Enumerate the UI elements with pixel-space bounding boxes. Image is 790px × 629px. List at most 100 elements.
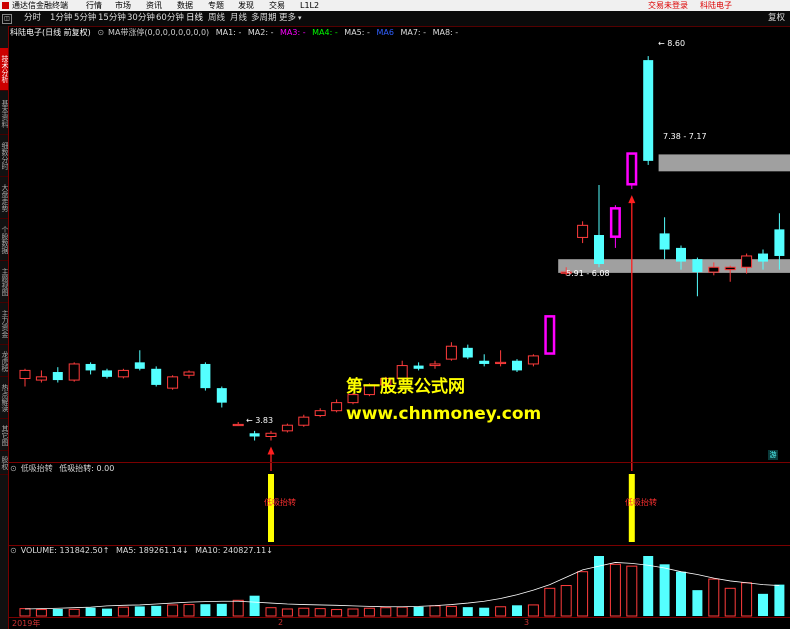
volume-bar [265, 607, 277, 617]
volume-bar [134, 606, 145, 616]
period-1min[interactable]: 1分钟 [50, 13, 72, 24]
tab-tech-analysis[interactable]: 技术分析 [0, 48, 8, 91]
period-60min[interactable]: 60分钟 [156, 13, 184, 24]
volume-bar [527, 604, 539, 617]
menu-item-data[interactable]: 数据 [177, 0, 193, 11]
low-price-value: 3.83 [255, 416, 274, 425]
candle-body [512, 360, 522, 371]
candle-body-inner [546, 317, 553, 353]
panel-toggle-icon[interactable]: ◫ [2, 14, 12, 24]
volume-bar [512, 605, 522, 616]
volume-title[interactable]: VOLUME: 131842.50↑ [21, 546, 110, 555]
volume-toggle-icon[interactable]: ⊙ [10, 546, 17, 555]
tab-dragon-tiger[interactable]: 龙虎榜 [0, 346, 8, 377]
volume-bar [692, 590, 703, 616]
menu-item-news[interactable]: 资讯 [146, 0, 162, 11]
low-price-label: ← 3.83 [246, 416, 274, 425]
period-more[interactable]: 更多 [279, 13, 296, 24]
volume-bar [52, 608, 63, 616]
candle-body [577, 224, 589, 238]
menu-item-discover[interactable]: 发现 [238, 0, 254, 11]
zone-upper-label: 7.38 - 7.17 [663, 132, 707, 141]
login-status[interactable]: 交易未登录 [648, 0, 688, 11]
panel-separator-1 [8, 462, 790, 463]
candle-body [495, 361, 507, 365]
volume-bar [774, 584, 785, 616]
volume-bar [758, 593, 768, 616]
volume-bar [249, 595, 260, 616]
candle-body [445, 345, 457, 360]
tab-main-funds[interactable]: 主力资金 [0, 304, 8, 345]
signal-toggle-icon[interactable]: ⊙ [10, 464, 17, 473]
chart-canvas[interactable] [8, 26, 790, 629]
candle-body [35, 376, 47, 381]
candle-body [183, 371, 195, 376]
candle-body [331, 402, 343, 412]
menu-item-topics[interactable]: 专题 [208, 0, 224, 11]
candle-body [692, 259, 703, 273]
tab-hot-topics[interactable]: 热点解读 [0, 378, 8, 419]
signal-title[interactable]: 低吸抬转 [21, 464, 53, 473]
volume-bar [200, 604, 211, 616]
signal-arrow-head [267, 446, 275, 455]
watermark-title: 第一股票公式网 [346, 377, 465, 397]
volume-bar [659, 564, 670, 616]
signal-label-1: 低吸抬转 [264, 498, 296, 507]
volume-bar [413, 606, 424, 616]
volume-bar [347, 608, 359, 617]
volume-bar [298, 607, 310, 617]
menu-item-trade[interactable]: 交易 [269, 0, 285, 11]
more-dropdown-icon[interactable]: ▾ [298, 13, 302, 24]
volume-ma5: MA5: 189261.14↓ [115, 546, 189, 555]
period-30min[interactable]: 30分钟 [127, 13, 155, 24]
signal-legend: ⊙ 低吸抬转 低吸抬转: 0.00 [10, 464, 118, 474]
period-5min[interactable]: 5分钟 [74, 13, 96, 24]
volume-bar [741, 582, 753, 617]
volume-ma10: MA10: 240827.11↓ [195, 546, 273, 555]
chart-area[interactable]: 科陆电子(日线 前复权) ⊙ MA带涨停(0,0,0,0,0,0,0,0) MA1… [8, 26, 790, 629]
volume-bar [281, 608, 293, 617]
candle-body-inner [628, 154, 635, 184]
volume-bar [35, 609, 47, 617]
candle-body [708, 266, 720, 273]
volume-bar [560, 585, 572, 617]
volume-bar [479, 607, 490, 616]
signal-arrow-head [628, 195, 636, 204]
candle-body [314, 410, 326, 417]
candle-body [232, 423, 244, 427]
side-button[interactable]: 游 [768, 450, 778, 460]
period-tick[interactable]: 分时 [24, 13, 41, 24]
period-bar: ◫ 分时 1分钟 5分钟 15分钟 30分钟 60分钟 日线 周线 月线 多周期… [0, 11, 790, 27]
tab-basic-info[interactable]: 基本资料 [0, 94, 8, 135]
candle-body [413, 365, 424, 369]
tab-theme-view[interactable]: 主题视图 [0, 262, 8, 303]
volume-bar [68, 608, 80, 617]
tab-equity[interactable]: 股权 [0, 452, 8, 475]
volume-bar [676, 571, 686, 616]
volume-legend: ⊙ VOLUME: 131842.50↑ MA5: 189261.14↓ MA10… [10, 546, 277, 556]
candle-body [643, 60, 654, 161]
tab-stock-data[interactable]: 个股数据 [0, 220, 8, 261]
candle-body [676, 247, 686, 262]
tab-market-trend[interactable]: 大盘走势 [0, 178, 8, 219]
volume-bar [609, 563, 621, 617]
period-multi[interactable]: 多周期 [251, 13, 277, 24]
tab-tick-detail[interactable]: 细数分时 [0, 136, 8, 177]
fq-button[interactable]: 复权 [768, 13, 785, 24]
period-weekly[interactable]: 周线 [208, 13, 225, 24]
menu-item-quotes[interactable]: 行情 [86, 0, 102, 11]
candle-body [85, 363, 96, 371]
menu-item-market[interactable]: 市场 [115, 0, 131, 11]
menu-item-l1l2[interactable]: L1L2 [300, 0, 319, 11]
candle-body [134, 362, 145, 369]
signal-value: 低吸抬转: 0.00 [59, 464, 115, 473]
candle-body [265, 432, 277, 437]
candle-body [19, 369, 31, 379]
candle-body [724, 266, 736, 271]
period-monthly[interactable]: 月线 [230, 13, 247, 24]
period-daily[interactable]: 日线 [186, 13, 203, 24]
x-label-feb: 2 [278, 618, 284, 627]
tab-other[interactable]: 其它图 [0, 420, 8, 451]
period-15min[interactable]: 15分钟 [98, 13, 126, 24]
axis-separator [8, 617, 790, 618]
